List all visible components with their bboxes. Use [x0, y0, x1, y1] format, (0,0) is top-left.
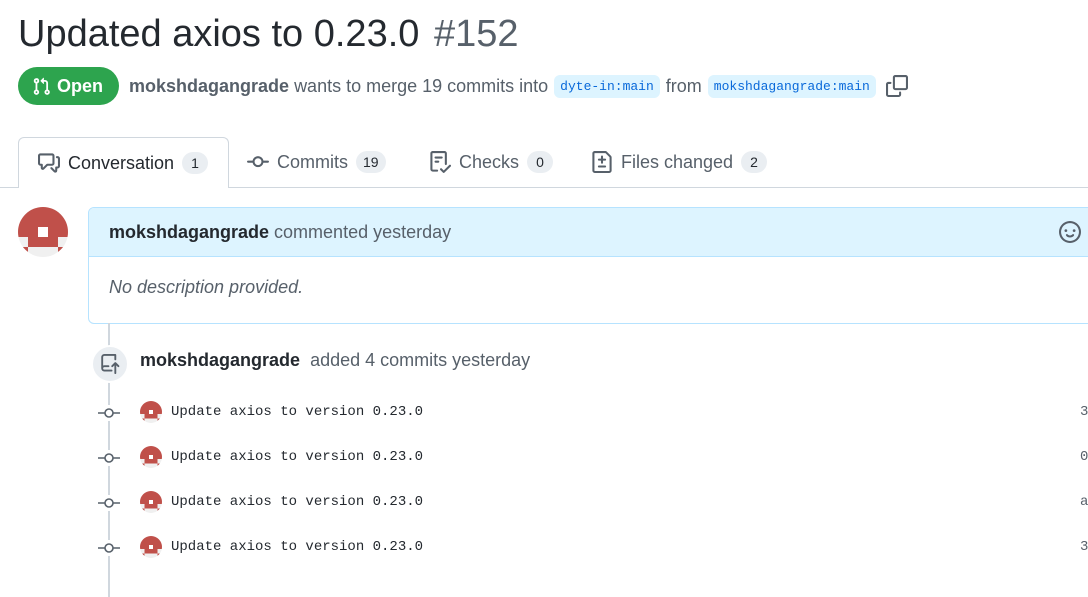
git-pull-request-icon	[33, 77, 50, 95]
git-commit-icon	[247, 156, 269, 168]
commit-author-avatar[interactable]	[140, 446, 162, 468]
pr-title: Updated axios to 0.23.0 #152	[18, 8, 519, 60]
base-branch[interactable]: dyte-in:main	[554, 74, 660, 98]
commit-message-link[interactable]: Update axios to version 0.23.0	[171, 494, 423, 510]
event-author-link[interactable]: mokshdagangrade	[140, 350, 300, 370]
tab-conversation-count: 1	[182, 152, 209, 174]
repo-push-icon	[101, 354, 120, 374]
pr-number: #152	[433, 13, 519, 55]
commit-row: Update axios to version 0.23.0 a	[0, 488, 1088, 518]
comment-body: No description provided.	[109, 277, 304, 297]
comment-header: mokshdagangrade commented yesterday	[89, 208, 1088, 257]
commits-added-event: mokshdagangrade added 4 commits yesterda…	[140, 350, 530, 371]
commit-author-avatar[interactable]	[140, 491, 162, 513]
comment-author-link[interactable]: mokshdagangrade	[109, 222, 269, 243]
tab-commits-count: 19	[356, 151, 386, 173]
smiley-icon[interactable]	[1059, 221, 1081, 243]
commit-message-link[interactable]: Update axios to version 0.23.0	[171, 404, 423, 420]
tab-files-changed[interactable]: Files changed 2	[591, 137, 768, 187]
file-diff-icon	[592, 151, 612, 173]
commit-sha-link[interactable]: 0	[1080, 449, 1088, 465]
checklist-icon	[430, 151, 451, 173]
commit-sha-link[interactable]: a	[1080, 494, 1088, 510]
copy-icon[interactable]	[885, 75, 908, 97]
pr-status-row: Open mokshdagangrade wants to merge 19 c…	[18, 66, 908, 106]
commit-sha-link[interactable]: 3	[1080, 539, 1088, 555]
comment-box: mokshdagangrade commented yesterday No d…	[88, 207, 1088, 324]
tab-commits[interactable]: Commits 19	[247, 137, 386, 187]
commit-row: Update axios to version 0.23.0 3	[0, 398, 1088, 428]
commit-sha-link[interactable]: 3	[1080, 404, 1088, 420]
commit-row: Update axios to version 0.23.0 0	[0, 443, 1088, 473]
tab-conversation[interactable]: Conversation 1	[18, 137, 230, 188]
git-commit-icon	[98, 540, 120, 556]
pr-title-text: Updated axios to 0.23.0	[18, 13, 420, 55]
tab-conversation-label: Conversation	[68, 152, 175, 173]
commit-author-avatar[interactable]	[140, 401, 162, 423]
tab-files-changed-label: Files changed	[621, 151, 734, 172]
state-label: Open	[57, 75, 104, 96]
pr-author-link[interactable]: mokshdagangrade	[129, 76, 289, 97]
tab-files-changed-count: 2	[741, 151, 768, 173]
pr-meta: mokshdagangrade wants to merge 19 commit…	[129, 74, 908, 98]
event-description: added 4 commits yesterday	[310, 350, 531, 370]
state-open-badge: Open	[18, 67, 120, 105]
git-commit-icon	[98, 495, 120, 511]
tab-checks-label: Checks	[459, 151, 520, 172]
commit-row: Update axios to version 0.23.0 3	[0, 533, 1088, 563]
git-commit-icon	[98, 450, 120, 466]
merge-text: wants to merge 19 commits into	[294, 75, 549, 96]
commit-message-link[interactable]: Update axios to version 0.23.0	[171, 449, 423, 465]
commit-author-avatar[interactable]	[140, 536, 162, 558]
git-commit-icon	[98, 405, 120, 421]
head-branch[interactable]: mokshdagangrade:main	[707, 74, 876, 98]
comment-discussion-icon	[38, 153, 60, 173]
commit-message-link[interactable]: Update axios to version 0.23.0	[171, 539, 423, 555]
identicon-avatar	[18, 207, 68, 257]
pr-tabs: Conversation 1 Commits 19 Checks 0 Files…	[0, 137, 1088, 188]
tab-checks[interactable]: Checks 0	[429, 137, 554, 187]
tab-commits-label: Commits	[277, 151, 348, 172]
avatar[interactable]	[18, 207, 68, 257]
from-text: from	[665, 75, 702, 96]
repo-push-badge	[91, 345, 129, 383]
tab-checks-count: 0	[527, 151, 554, 173]
comment-timestamp[interactable]: commented yesterday	[274, 222, 451, 243]
